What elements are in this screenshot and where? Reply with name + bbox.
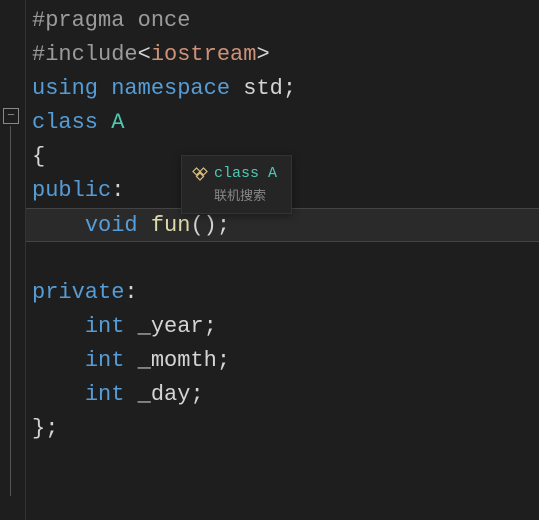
code-line[interactable]: using namespace std;	[32, 72, 539, 106]
header-name: iostream	[151, 42, 257, 67]
keyword-token: namespace	[111, 76, 230, 101]
identifier: _year	[138, 314, 204, 339]
code-line[interactable]: #pragma once	[32, 4, 539, 38]
punct: :	[111, 178, 124, 203]
punct: ;	[204, 314, 217, 339]
code-line[interactable]: };	[32, 412, 539, 446]
code-line[interactable]: int _momth;	[32, 344, 539, 378]
code-editor[interactable]: − #pragma once #include<iostream> using …	[0, 0, 539, 520]
class-name: A	[111, 110, 124, 135]
code-line[interactable]	[32, 242, 539, 276]
code-line[interactable]: int _year;	[32, 310, 539, 344]
keyword-token: class	[32, 110, 98, 135]
type-token: int	[85, 348, 125, 373]
code-line[interactable]: #include<iostream>	[32, 38, 539, 72]
identifier: _day	[138, 382, 191, 407]
fold-line	[10, 126, 11, 496]
punct: ;	[217, 348, 230, 373]
keyword-token: public	[32, 178, 111, 203]
type-token: int	[85, 314, 125, 339]
class-icon	[192, 166, 208, 182]
hover-tooltip[interactable]: class A 联机搜索	[181, 155, 292, 214]
gutter: −	[0, 0, 26, 520]
preproc-arg: once	[138, 8, 191, 33]
angle-bracket: <	[138, 42, 151, 67]
identifier: _momth	[138, 348, 217, 373]
punct: :	[124, 280, 137, 305]
brace: }	[32, 416, 45, 441]
brace: {	[32, 144, 45, 169]
identifier: std	[243, 76, 283, 101]
code-area[interactable]: #pragma once #include<iostream> using na…	[26, 0, 539, 520]
tooltip-title-row: class A	[192, 162, 277, 185]
function-name: fun	[151, 213, 191, 238]
keyword-token: using	[32, 76, 98, 101]
preproc-token: #pragma	[32, 8, 124, 33]
preproc-token: #include	[32, 42, 138, 67]
type-token: int	[85, 382, 125, 407]
code-line[interactable]: class A	[32, 106, 539, 140]
punct: ;	[45, 416, 58, 441]
code-line[interactable]: int _day;	[32, 378, 539, 412]
code-line[interactable]: private:	[32, 276, 539, 310]
keyword-token: private	[32, 280, 124, 305]
punct: ;	[217, 213, 230, 238]
tooltip-title: class A	[214, 162, 277, 185]
tooltip-subtitle[interactable]: 联机搜索	[192, 187, 277, 207]
punct: ;	[283, 76, 296, 101]
fold-symbol: −	[7, 106, 15, 126]
parens: ()	[190, 213, 216, 238]
fold-toggle-icon[interactable]: −	[3, 108, 19, 124]
punct: ;	[190, 382, 203, 407]
angle-bracket: >	[256, 42, 269, 67]
keyword-token: void	[85, 213, 138, 238]
